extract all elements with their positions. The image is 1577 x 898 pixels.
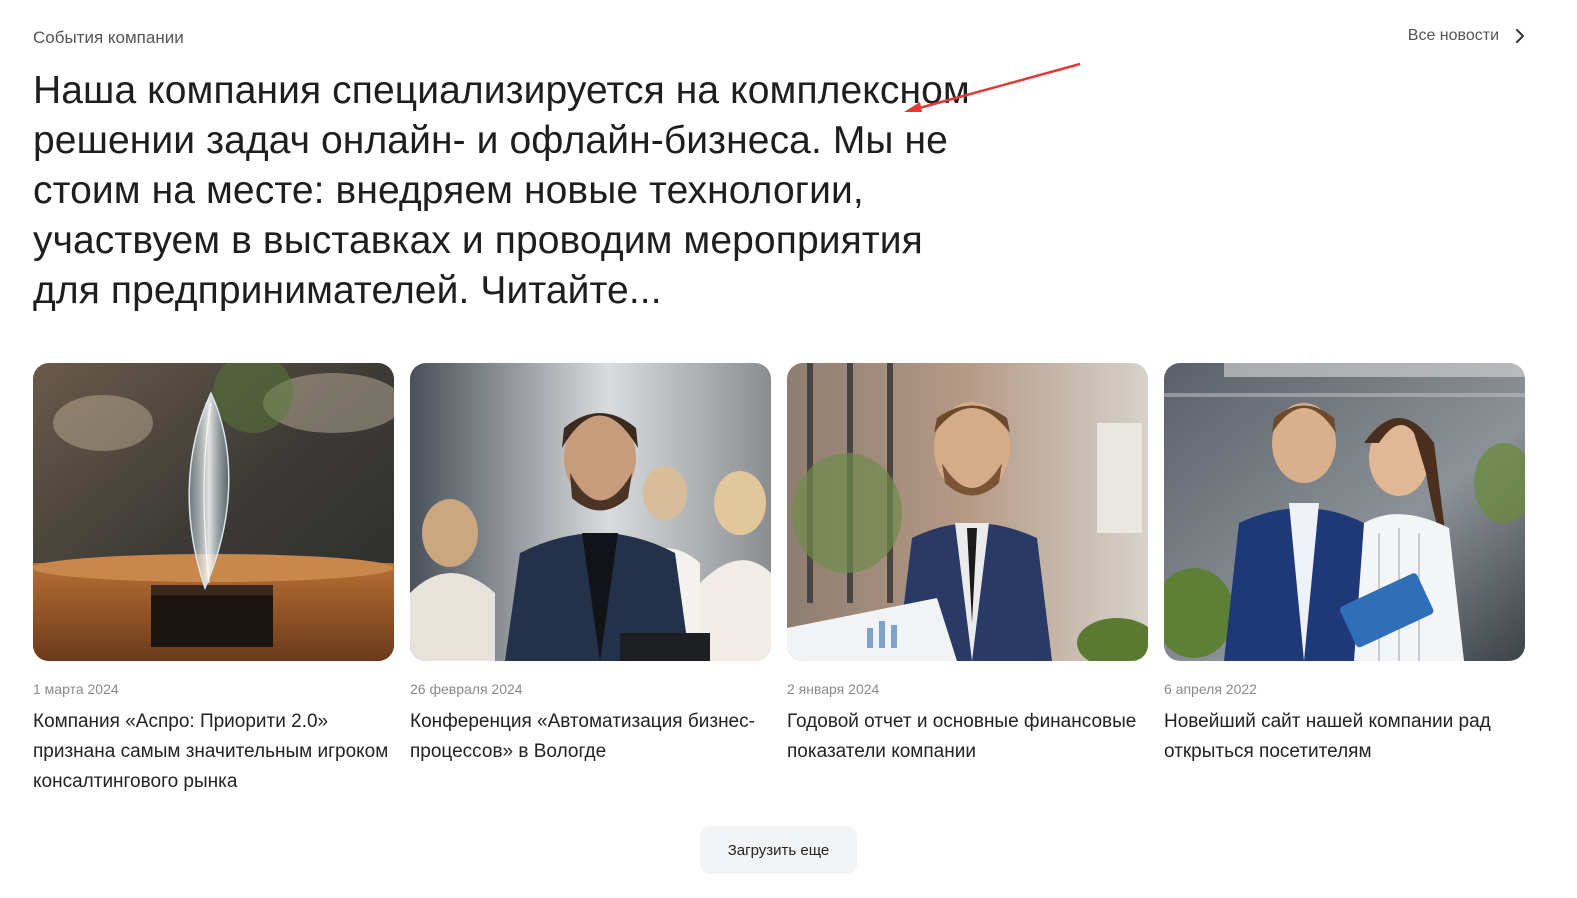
news-card[interactable]: 2 января 2024 Годовой отчет и основные ф… <box>787 363 1148 797</box>
news-date: 2 января 2024 <box>787 681 880 697</box>
news-date: 6 апреля 2022 <box>1164 681 1257 697</box>
all-news-label: Все новости <box>1407 27 1499 44</box>
news-title[interactable]: Конференция «Автоматизация бизнес-процес… <box>410 707 771 767</box>
news-date: 1 марта 2024 <box>33 681 119 697</box>
load-more-button[interactable]: Загрузить еще <box>700 826 857 874</box>
news-title[interactable]: Годовой отчет и основные финансовые пока… <box>787 707 1148 767</box>
news-image-conference[interactable] <box>410 363 771 661</box>
all-news-link[interactable]: Все новости <box>1408 26 1527 46</box>
news-date: 26 февраля 2024 <box>410 681 523 697</box>
intro-text: Наша компания специализируется на компле… <box>33 69 970 312</box>
news-card[interactable]: 26 февраля 2024 Конференция «Автоматизац… <box>410 363 771 797</box>
news-card[interactable]: 6 апреля 2022 Новейший сайт нашей компан… <box>1164 363 1525 797</box>
news-image-award[interactable] <box>33 363 394 661</box>
news-image-report[interactable] <box>787 363 1148 661</box>
chevron-right-icon <box>1513 26 1527 46</box>
section-header: События компании Все новости <box>33 26 1527 50</box>
news-title[interactable]: Новейший сайт нашей компании рад открыть… <box>1164 707 1525 767</box>
news-card[interactable]: 1 марта 2024 Компания «Аспро: Приорити 2… <box>33 363 394 797</box>
section-label: События компании <box>33 28 184 47</box>
news-image-website[interactable] <box>1164 363 1525 661</box>
news-title[interactable]: Компания «Аспро: Приорити 2.0» признана … <box>33 707 394 797</box>
news-list: 1 марта 2024 Компания «Аспро: Приорити 2… <box>33 363 1527 797</box>
